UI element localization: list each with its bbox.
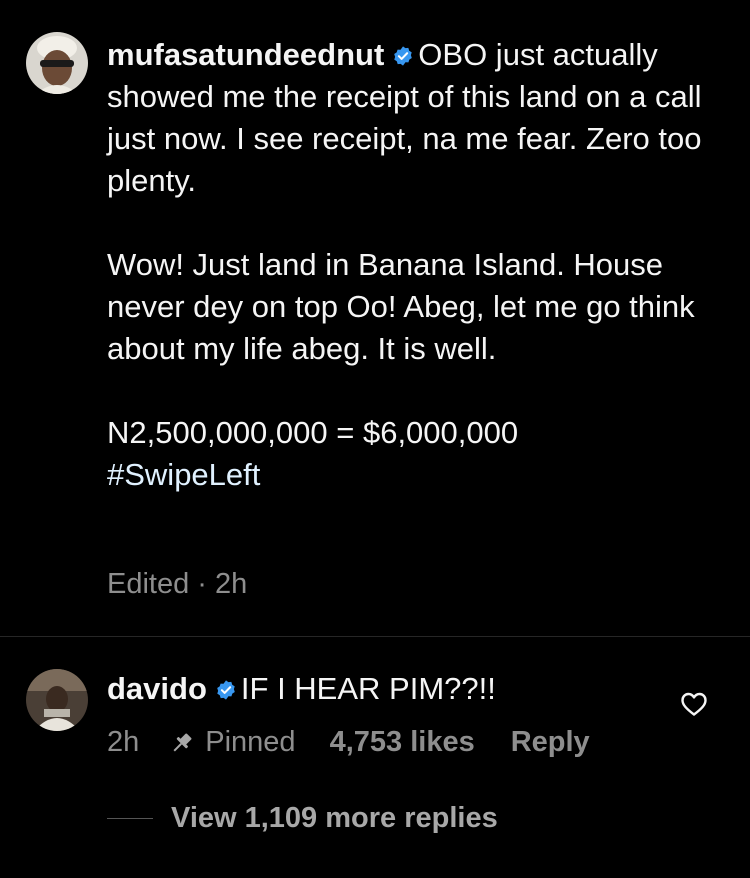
likes-count[interactable]: 4,753 likes [330, 726, 475, 759]
reply-body: davido IF I HEAR PIM??!! [107, 668, 496, 710]
verified-badge-icon [217, 680, 235, 700]
avatar-davido[interactable] [26, 669, 88, 731]
avatar-image [26, 32, 88, 94]
reply-time: 2h [107, 726, 140, 758]
verified-badge-icon [394, 46, 413, 66]
reply-button[interactable]: Reply [511, 726, 590, 759]
comment-meta: Edited · 2h [107, 568, 248, 600]
reply-username[interactable]: davido [107, 671, 207, 706]
comment-username[interactable]: mufasatundeednut [107, 37, 384, 72]
divider [0, 636, 750, 637]
heart-outline-icon[interactable] [680, 691, 708, 717]
pinned-label: Pinned [205, 726, 296, 758]
comment-text-para2: Wow! Just land in Banana Island. House n… [107, 247, 695, 366]
comment-text-amount: N2,500,000,000 = $6,000,000 [107, 415, 519, 450]
reply-text: IF I HEAR PIM??!! [240, 671, 496, 706]
view-more-replies-button[interactable]: View 1,109 more replies [107, 802, 498, 835]
avatar-mufasatundeednut[interactable] [26, 32, 88, 94]
avatar-image [26, 669, 88, 731]
pin-icon [173, 733, 192, 751]
comment-body: mufasatundeednut OBO just actually showed… [107, 34, 722, 496]
view-more-replies-label: View 1,109 more replies [171, 802, 498, 834]
hashtag-link[interactable]: #SwipeLeft [107, 457, 260, 492]
reply-meta: 2h Pinned 4,753 likes Reply [107, 726, 590, 759]
replies-divider-line [107, 818, 153, 819]
